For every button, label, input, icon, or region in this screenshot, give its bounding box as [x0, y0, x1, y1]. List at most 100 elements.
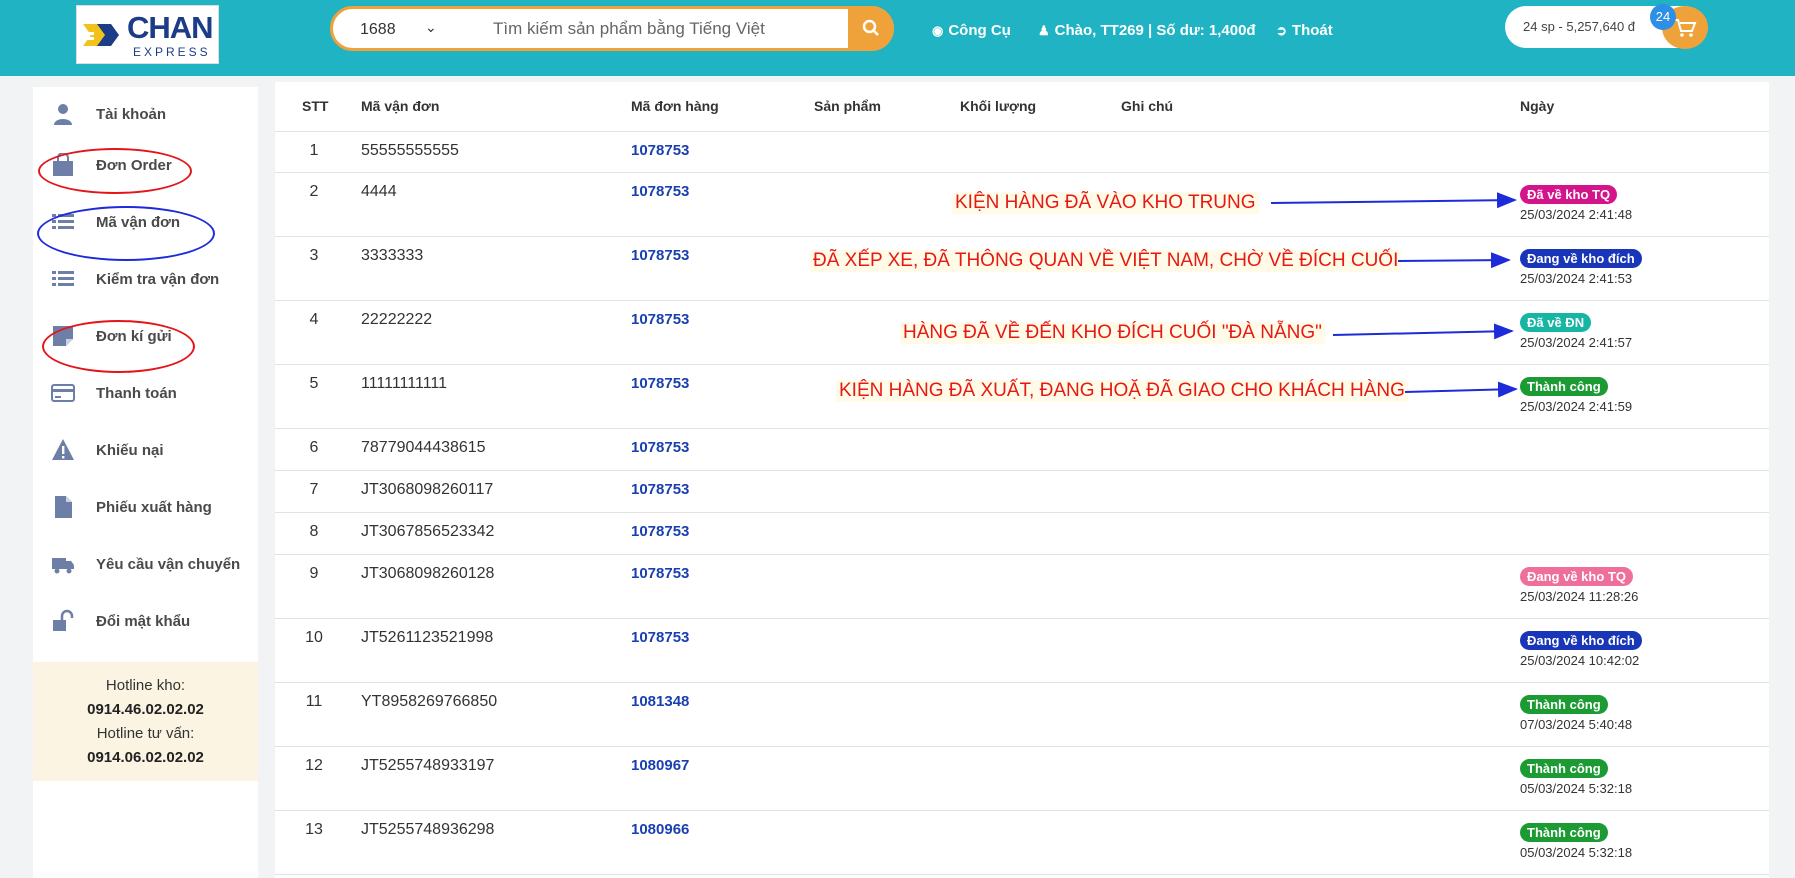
row-index: 9 [309, 565, 319, 582]
tracking-code: JT3068098260128 [361, 565, 495, 582]
search-icon [862, 19, 879, 36]
annotation-arrow [1332, 323, 1514, 340]
hotline-consult-number[interactable]: 0914.06.02.02.02 [33, 746, 258, 770]
row-index: 10 [305, 629, 323, 646]
row-index: 7 [309, 481, 319, 498]
sidebar-item-label: Kiểm tra vận đơn [96, 271, 220, 288]
status-badge: Đang về kho đích [1520, 631, 1642, 650]
chrome-icon: ◉ [932, 23, 944, 38]
tools-label: Công Cụ [948, 22, 1011, 39]
user-balance-link[interactable]: ♟ Chào, TT269 | Số dư: 1,400đ [1038, 22, 1256, 39]
search-input[interactable] [493, 18, 853, 40]
highlight-ring [42, 320, 195, 373]
search-source-select[interactable]: 1688 [360, 21, 396, 39]
highlight-ring [37, 206, 215, 261]
hotline-warehouse-number[interactable]: 0914.46.02.02.02 [33, 698, 258, 722]
list-check-icon [52, 271, 74, 286]
search-button[interactable] [848, 6, 894, 51]
status-badge: Thành công [1520, 695, 1608, 714]
tracking-code: JT5261123521998 [361, 629, 494, 646]
sidebar-item-complaint[interactable]: Khiếu nại [33, 428, 258, 472]
cart-icon [1674, 19, 1697, 37]
logout-label: Thoát [1291, 22, 1333, 39]
status-date: 25/03/2024 10:42:02 [1520, 653, 1640, 668]
row-index: 13 [305, 821, 323, 838]
truck-icon [52, 558, 74, 574]
order-code-link[interactable]: 1078753 [631, 523, 689, 540]
table-row: 8 JT3067856523342 1078753 [275, 513, 1769, 555]
annotation-arrows [1270, 192, 1518, 398]
table-row: 6 78779044438615 1078753 [275, 429, 1769, 471]
annotation-arrow [1270, 192, 1517, 209]
credit-card-icon [51, 384, 75, 402]
tracking-table: STT Mã vận đơn Mã đơn hàng Sản phẩm Khối… [275, 82, 1769, 878]
status-date: 05/03/2024 5:32:18 [1520, 781, 1633, 796]
cart-count-badge: 24 [1650, 4, 1676, 30]
status-date: 25/03/2024 11:28:26 [1520, 589, 1639, 604]
sidebar-item-label: Khiếu nại [96, 442, 164, 459]
row-index: 6 [309, 439, 319, 456]
sidebar-item-account[interactable]: Tài khoản [33, 92, 258, 136]
hotline-consult-label: Hotline tư vấn: [96, 725, 195, 742]
search-bar: 1688 ⌄ [330, 6, 894, 51]
tracking-code: JT3068098260117 [361, 481, 494, 498]
table-row: 12 JT5255748933197 1080967 Thành công 05/03/… [275, 747, 1769, 811]
sidebar-item-shipping-request[interactable]: Yêu cầu vận chuyển [33, 542, 258, 586]
highlight-ring [38, 148, 192, 194]
sidebar-item-payment[interactable]: Thanh toán [33, 371, 258, 415]
tracking-code: YT8958269766850 [361, 693, 498, 710]
order-code-link[interactable]: 1080967 [631, 757, 689, 774]
hotline-box: Hotline kho: 0914.46.02.02.02 Hotline tư… [33, 662, 258, 781]
file-icon [55, 496, 72, 518]
sidebar-item-change-password[interactable]: Đổi mật khẩu [33, 599, 258, 643]
order-code-link[interactable]: 1081348 [631, 693, 689, 710]
order-code-link[interactable]: 1078753 [631, 629, 689, 646]
logout-icon: ➲ [1276, 23, 1287, 38]
order-code-link[interactable]: 1078753 [631, 481, 689, 498]
logout-link[interactable]: ➲ Thoát [1276, 22, 1333, 39]
sidebar-item-label: Tài khoản [96, 106, 167, 123]
status-badge: Thành công [1520, 823, 1608, 842]
sidebar-item-export-slip[interactable]: Phiếu xuất hàng [33, 485, 258, 529]
sidebar-item-check-tracking[interactable]: Kiểm tra vận đơn [33, 257, 258, 301]
tracking-code: JT5255748936298 [361, 821, 495, 838]
sidebar-item-label: Đổi mật khẩu [96, 613, 191, 630]
table-row: 13 JT5255748936298 1080966 Thành công 05/03/… [275, 811, 1769, 875]
top-header: CHAN EXPRESS 1688 ⌄ ◉ Công Cụ ♟ Chào, TT26… [0, 0, 1795, 76]
annotation-arrow [1397, 252, 1511, 269]
tracking-code: JT3067856523342 [361, 523, 495, 540]
order-code-link[interactable]: 1078753 [631, 439, 689, 456]
status-badge: Thành công [1520, 759, 1608, 778]
row-index: 8 [309, 523, 319, 540]
logo-text: CHAN [127, 10, 214, 45]
user-icon: ♟ [1038, 23, 1050, 38]
sidebar-item-label: Yêu cầu vận chuyển [96, 556, 241, 573]
status-date: 05/03/2024 5:32:18 [1520, 845, 1633, 860]
tracking-code: 78779044438615 [361, 439, 486, 456]
table-row: 10 JT5261123521998 1078753 Đang về kho đích… [275, 619, 1769, 683]
row-index: 11 [305, 693, 323, 710]
hotline-warehouse-label: Hotline kho: [105, 677, 186, 694]
logo-mark-icon [83, 24, 119, 46]
cart-summary-text: 24 sp - 5,257,640 đ [1523, 19, 1636, 34]
tracking-code: JT5255748933197 [361, 757, 495, 774]
sidebar-item-label: Thanh toán [96, 385, 177, 402]
table-row: 7 JT3068098260117 1078753 [275, 471, 1769, 513]
tools-link[interactable]: ◉ Công Cụ [932, 22, 1011, 39]
row-index: 12 [305, 757, 323, 774]
table-row: 11 YT8958269766850 1081348 Thành công 07/03/… [275, 683, 1769, 747]
chevron-down-icon[interactable]: ⌄ [425, 19, 437, 36]
user-balance-label: Chào, TT269 | Số dư: 1,400đ [1054, 22, 1256, 39]
table-row: 9 JT3068098260128 1078753 Đang về kho TQ 25/… [275, 555, 1769, 619]
logo[interactable]: CHAN EXPRESS [76, 5, 219, 64]
sidebar-item-label: Phiếu xuất hàng [96, 499, 212, 516]
unlock-icon [53, 609, 74, 631]
warning-icon [52, 439, 74, 460]
order-code-link[interactable]: 1080966 [631, 821, 689, 838]
sidebar: Tài khoản Đơn Order Mã vận đơn Kiểm tra … [33, 87, 258, 878]
annotation-arrow [1404, 381, 1518, 398]
logo-subtext: EXPRESS [133, 45, 211, 59]
order-code-link[interactable]: 1078753 [631, 565, 689, 582]
status-badge: Đang về kho TQ [1520, 567, 1633, 586]
user-icon [54, 104, 72, 125]
